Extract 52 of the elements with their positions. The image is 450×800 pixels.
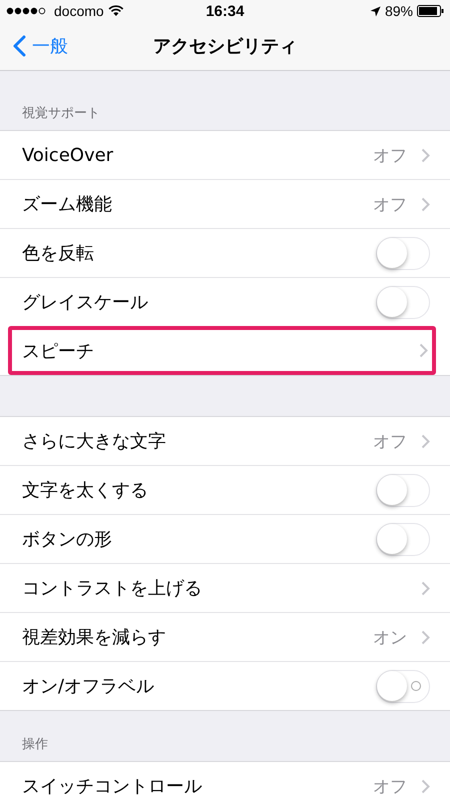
row-label: スイッチコントロール (22, 775, 202, 798)
settings-row[interactable]: ズーム機能 オフ (0, 179, 450, 228)
toggle-switch[interactable] (376, 286, 430, 318)
chevron-right-icon (421, 580, 430, 596)
section-header: 操作 (22, 736, 48, 753)
chevron-right-icon (421, 778, 430, 794)
row-label: VoiceOver (22, 144, 114, 166)
wifi-icon (108, 5, 124, 17)
toggle-switch[interactable] (376, 670, 430, 702)
row-label: ズーム機能 (22, 193, 112, 216)
toggle-switch[interactable] (376, 522, 430, 556)
chevron-right-icon (421, 630, 430, 644)
row-label: コントラストを上げる (22, 577, 202, 600)
row-value: オフ (373, 144, 407, 166)
row-value: オフ (373, 194, 407, 216)
row-label: 視差効果を減らす (22, 626, 166, 649)
chevron-left-icon (13, 35, 26, 57)
row-label: グレイスケール (22, 291, 148, 314)
battery-percent: 89% (384, 3, 413, 19)
settings-row[interactable]: VoiceOver オフ (0, 131, 450, 179)
toggle-switch[interactable] (376, 236, 430, 270)
chevron-right-icon (421, 148, 430, 162)
battery-icon (417, 5, 444, 17)
chevron-right-icon (421, 196, 430, 212)
chevron-right-icon (421, 434, 430, 448)
settings-row[interactable]: コントラストを上げる (0, 563, 450, 612)
row-label: ボタンの形 (22, 528, 112, 551)
row-label: 色を反転 (22, 242, 94, 265)
row-label: オン/オフラベル (22, 675, 154, 698)
screen-title: アクセシビリティ (153, 35, 297, 58)
row-label: さらに大きな文字 (22, 430, 166, 453)
settings-row[interactable]: グレイスケール (0, 277, 450, 326)
settings-row[interactable]: 色を反転 (0, 228, 450, 277)
settings-row[interactable]: 文字を太くする (0, 465, 450, 514)
settings-row[interactable]: スイッチコントロール オフ (0, 762, 450, 800)
settings-row[interactable]: さらに大きな文字 オフ (0, 417, 450, 465)
row-value: オフ (373, 430, 407, 452)
back-button[interactable]: 一般 (0, 28, 68, 64)
section-header: 視覚サポート (22, 105, 100, 122)
row-value: オン (373, 626, 407, 648)
row-label: 文字を太くする (22, 479, 148, 502)
highlighted-settings-row[interactable]: スピーチ (8, 326, 436, 375)
toggle-switch[interactable] (376, 474, 430, 506)
settings-row[interactable]: ボタンの形 (0, 514, 450, 563)
settings-row[interactable]: オン/オフラベル (0, 661, 450, 710)
status-time: 16:34 (206, 2, 244, 20)
row-label: スピーチ (22, 340, 94, 362)
location-arrow-icon (370, 6, 381, 16)
settings-row[interactable]: 視差効果を減らす オン (0, 612, 450, 661)
carrier-name: docomo (54, 3, 104, 19)
chevron-right-icon (419, 343, 428, 358)
row-value: オフ (373, 776, 407, 798)
